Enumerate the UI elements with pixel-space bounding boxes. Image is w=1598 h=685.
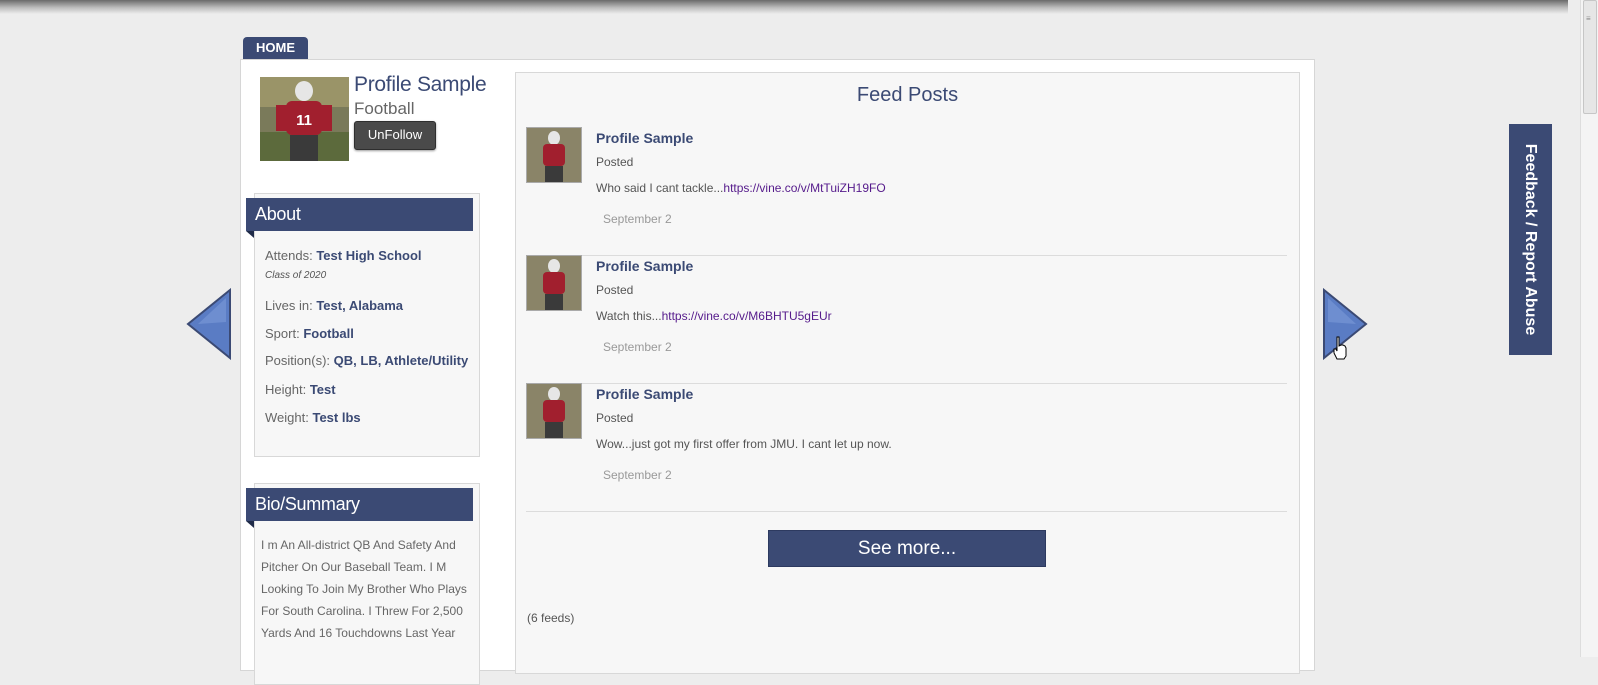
post-text: Wow...just got my first offer from JMU. … [596, 437, 892, 451]
arrow-left-icon [186, 287, 231, 361]
lives-row: Lives in: Test, Alabama [265, 298, 403, 313]
feed-post: Profile Sample Posted Who said I cant ta… [526, 127, 1287, 256]
page-scrollbar[interactable]: ≡ [1580, 0, 1598, 657]
lives-label: Lives in: [265, 298, 313, 313]
post-body: Who said I cant tackle... [596, 181, 724, 195]
feed-post: Profile Sample Posted Wow...just got my … [526, 383, 1287, 512]
grip-icon: ≡ [1586, 14, 1591, 23]
post-date: September 2 [603, 212, 672, 226]
unfollow-button[interactable]: UnFollow [354, 121, 436, 150]
height-value: Test [309, 382, 336, 397]
post-link[interactable]: https://vine.co/v/MtTuiZH19FO [723, 181, 885, 195]
hand-cursor-icon [1333, 336, 1347, 365]
height-row: Height: Test [265, 382, 336, 397]
post-author[interactable]: Profile Sample [596, 258, 693, 274]
feed-count: (6 feeds) [527, 611, 575, 625]
sport-label: Sport: [265, 326, 300, 341]
post-label: Posted [596, 155, 634, 169]
post-avatar [526, 127, 582, 183]
feedback-label-wrap: Feedback / Report Abuse [1513, 124, 1548, 355]
positions-row: Position(s): QB, LB, Athlete/Utility [265, 353, 468, 368]
post-label: Posted [596, 283, 634, 297]
weight-row: Weight: Test lbs [265, 410, 361, 425]
positions-label: Position(s): [265, 353, 331, 368]
weight-value: Test lbs [312, 410, 361, 425]
profile-name: Profile Sample [354, 73, 487, 96]
post-label: Posted [596, 411, 634, 425]
height-label: Height: [265, 382, 307, 397]
profile-avatar: 11 [260, 77, 349, 161]
attends-row: Attends: Test High School [265, 248, 422, 263]
weight-label: Weight: [265, 410, 309, 425]
feedback-label: Feedback / Report Abuse [1522, 143, 1539, 336]
prev-arrow-button[interactable] [186, 287, 232, 365]
sport-row: Sport: Football [265, 326, 354, 341]
profile-sport: Football [354, 99, 415, 118]
feed-title: Feed Posts [856, 84, 959, 106]
feed-post: Profile Sample Posted Watch this...https… [526, 255, 1287, 384]
see-more-button[interactable]: See more... [768, 530, 1046, 567]
class-of: Class of 2020 [265, 270, 327, 281]
post-date: September 2 [603, 340, 672, 354]
post-text: Who said I cant tackle...https://vine.co… [596, 181, 886, 195]
attends-label: Attends: [265, 248, 313, 263]
home-tab[interactable]: HOME [243, 37, 308, 59]
post-date: September 2 [603, 468, 672, 482]
post-body: Wow...just got my first offer from JMU. … [596, 437, 892, 451]
post-author[interactable]: Profile Sample [596, 130, 693, 146]
bio-text: I m An All-district QB And Safety And Pi… [261, 538, 467, 640]
post-author[interactable]: Profile Sample [596, 386, 693, 402]
post-body: Watch this... [596, 309, 662, 323]
positions-value: QB, LB, Athlete/Utility [333, 353, 469, 368]
lives-value: Test, Alabama [316, 298, 404, 313]
sport-value: Football [303, 326, 354, 341]
svg-text:11: 11 [296, 112, 312, 129]
about-heading: About [246, 198, 473, 238]
post-avatar [526, 255, 582, 311]
attends-value: Test High School [316, 248, 422, 263]
post-link[interactable]: https://vine.co/v/M6BHTU5gEUr [662, 309, 832, 323]
browser-top-shadow [0, 0, 1568, 14]
bio-heading: Bio/Summary [246, 488, 473, 528]
scrollbar-thumb[interactable]: ≡ [1583, 0, 1597, 114]
post-text: Watch this...https://vine.co/v/M6BHTU5gE… [596, 309, 832, 323]
post-avatar [526, 383, 582, 439]
